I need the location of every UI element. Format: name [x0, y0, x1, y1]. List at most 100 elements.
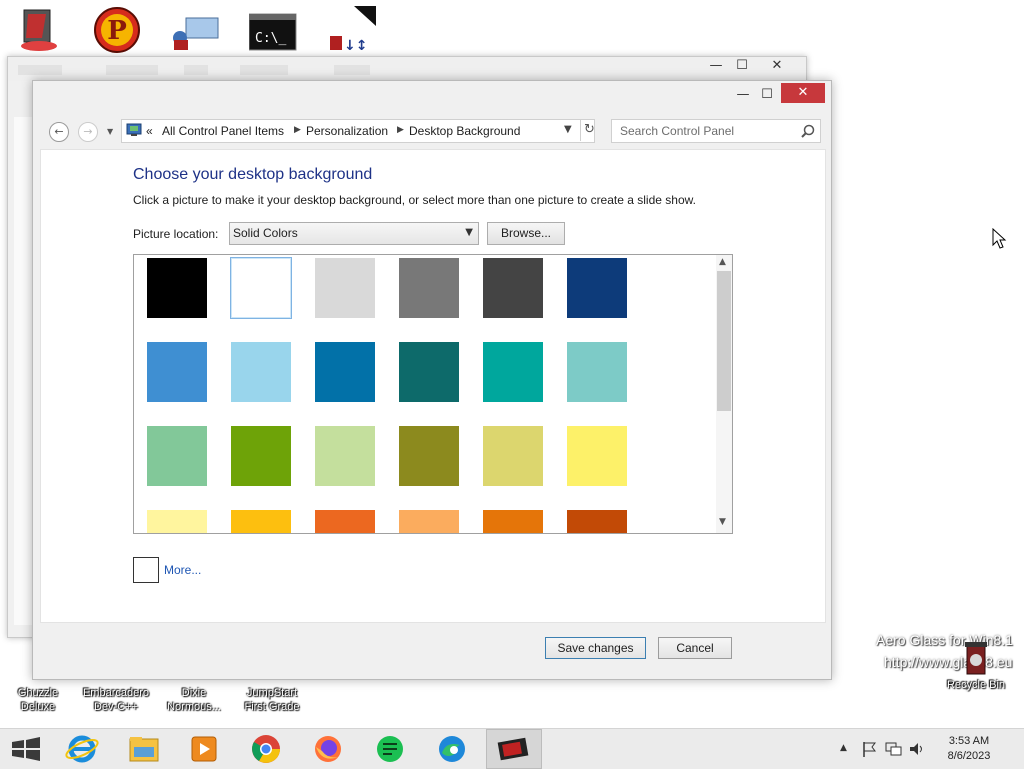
- color-swatch[interactable]: [315, 258, 375, 318]
- color-swatch[interactable]: [567, 258, 627, 318]
- maximize-button[interactable]: ☐: [753, 86, 781, 104]
- color-swatch[interactable]: [147, 342, 207, 402]
- browse-button[interactable]: Browse...: [487, 222, 565, 245]
- search-box[interactable]: Search Control Panel: [611, 119, 821, 143]
- desktop-icon-top-4[interactable]: C:\_: [248, 12, 297, 52]
- desktop-icon-label: Ghuzzle: [17, 687, 59, 699]
- desktop-icon-label: Embarcadero: [82, 687, 150, 699]
- refresh-icon[interactable]: ↻: [584, 122, 595, 137]
- desktop-icon-recycle-bin[interactable]: Recycle Bin: [940, 634, 1012, 692]
- color-swatch[interactable]: [399, 342, 459, 402]
- p-logo-icon: P: [94, 7, 140, 53]
- vertical-scrollbar[interactable]: ▲ ▼: [716, 255, 732, 533]
- scroll-up-icon[interactable]: ▲: [719, 257, 726, 267]
- sheets-icon[interactable]: [370, 733, 410, 765]
- taskbar: ▲ 3:53 AM 8/6/2023: [0, 728, 1024, 769]
- network-monitor-icon: [173, 17, 219, 50]
- active-app-button[interactable]: [486, 729, 542, 769]
- color-swatch[interactable]: [483, 510, 543, 533]
- color-swatch[interactable]: [567, 342, 627, 402]
- svg-text:↓↕: ↓↕: [344, 38, 367, 52]
- start-icon[interactable]: [6, 733, 46, 765]
- desktop-icon-jumpstart[interactable]: JumpStart First Grade: [236, 686, 308, 714]
- search-input[interactable]: Search Control Panel: [620, 124, 734, 138]
- desktop-icon-label: Dixie: [181, 687, 207, 699]
- flag-icon[interactable]: [860, 740, 878, 758]
- picture-location-value: Solid Colors: [233, 226, 298, 240]
- color-swatch[interactable]: [315, 342, 375, 402]
- color-swatch[interactable]: [567, 510, 627, 533]
- clock-time: 3:53 AM: [948, 735, 990, 747]
- color-swatch[interactable]: [399, 258, 459, 318]
- breadcrumb-control-panel[interactable]: All Control Panel Items: [162, 124, 284, 138]
- clock-date: 8/6/2023: [947, 750, 991, 762]
- more-colors-preview[interactable]: [133, 557, 159, 583]
- color-swatch[interactable]: [399, 510, 459, 533]
- navigation-bar: ← → ▼ « All Control Panel Items ▶ Person…: [33, 117, 831, 145]
- page-description: Click a picture to make it your desktop …: [133, 193, 696, 207]
- desktop-icon-label: First Grade: [244, 701, 300, 713]
- back-close-button[interactable]: ✕: [763, 57, 791, 75]
- color-swatch[interactable]: [147, 426, 207, 486]
- save-changes-button[interactable]: Save changes: [545, 637, 646, 659]
- color-swatch[interactable]: [231, 426, 291, 486]
- chrome-icon[interactable]: [246, 733, 286, 765]
- back-minimize-button[interactable]: —: [702, 57, 730, 75]
- search-icon[interactable]: [801, 124, 815, 138]
- color-swatch[interactable]: [315, 510, 375, 533]
- desktop-icon-dev-cpp[interactable]: Embarcadero Dev-C++: [80, 686, 152, 714]
- color-swatch[interactable]: [315, 426, 375, 486]
- color-swatch-selected[interactable]: [230, 257, 292, 319]
- network-icon[interactable]: [884, 740, 902, 758]
- content-pane: Choose your desktop background Click a p…: [40, 149, 826, 623]
- volume-icon[interactable]: [908, 740, 926, 758]
- picture-location-select[interactable]: Solid Colors ▼: [229, 222, 479, 245]
- desktop-icon-top-2[interactable]: P: [92, 6, 142, 54]
- edge-icon[interactable]: [432, 733, 472, 765]
- color-swatch[interactable]: [567, 426, 627, 486]
- color-swatch[interactable]: [483, 258, 543, 318]
- color-swatch[interactable]: [483, 342, 543, 402]
- breadcrumb-personalization[interactable]: Personalization: [306, 124, 388, 138]
- color-swatch[interactable]: [231, 342, 291, 402]
- clock[interactable]: 3:53 AM 8/6/2023: [938, 734, 1000, 764]
- breadcrumb-desktop-background[interactable]: Desktop Background: [409, 124, 520, 138]
- forward-arrow-icon[interactable]: →: [78, 122, 98, 142]
- back-arrow-icon[interactable]: ←: [49, 122, 69, 142]
- breadcrumb-separator-icon[interactable]: ▶: [294, 125, 301, 135]
- desktop-icon-top-5[interactable]: ↓↕: [330, 6, 376, 54]
- desktop-icon-ghuzzle[interactable]: Ghuzzle Deluxe: [2, 686, 74, 714]
- back-maximize-button[interactable]: ☐: [728, 57, 756, 75]
- control-panel-icon: [126, 123, 142, 136]
- color-swatch[interactable]: [399, 426, 459, 486]
- color-swatch[interactable]: [231, 510, 291, 533]
- picture-location-label: Picture location:: [133, 227, 219, 241]
- page-title: Choose your desktop background: [133, 166, 373, 183]
- color-swatch-grid[interactable]: ▲ ▼: [133, 254, 733, 534]
- scroll-down-icon[interactable]: ▼: [719, 517, 726, 527]
- mouse-cursor-icon: [992, 228, 1007, 249]
- color-swatch[interactable]: [147, 510, 207, 533]
- cancel-button[interactable]: Cancel: [658, 637, 732, 659]
- breadcrumb-separator-icon[interactable]: ▶: [397, 125, 404, 135]
- file-explorer-icon[interactable]: [124, 733, 164, 765]
- desktop-icon-top-3[interactable]: [170, 16, 220, 52]
- more-colors-link[interactable]: More...: [164, 563, 201, 577]
- firefox-icon[interactable]: [308, 733, 348, 765]
- media-player-icon[interactable]: [184, 733, 224, 765]
- show-hidden-icons[interactable]: ▲: [840, 743, 847, 753]
- desktop-icon-top-1[interactable]: [14, 6, 64, 52]
- address-dropdown-icon[interactable]: ▼: [564, 124, 572, 135]
- color-swatch[interactable]: [483, 426, 543, 486]
- chevron-down-icon[interactable]: ▼: [465, 227, 473, 238]
- internet-explorer-icon[interactable]: [62, 733, 102, 765]
- sort-arrows-icon: ↓↕: [330, 6, 376, 54]
- address-bar[interactable]: « All Control Panel Items ▶ Personalizat…: [121, 119, 595, 143]
- close-button[interactable]: ✕: [781, 83, 825, 103]
- color-swatch[interactable]: [147, 258, 207, 318]
- desktop-background-window: — ☐ ✕ ← → ▼ « All Control Panel Items ▶ …: [32, 80, 832, 680]
- recent-pages-chevron-icon[interactable]: ▼: [107, 127, 113, 136]
- scrollbar-thumb[interactable]: [717, 271, 731, 411]
- desktop-icon-dixie[interactable]: Dixie Normous...: [158, 686, 230, 714]
- breadcrumb-prefix[interactable]: «: [146, 124, 153, 138]
